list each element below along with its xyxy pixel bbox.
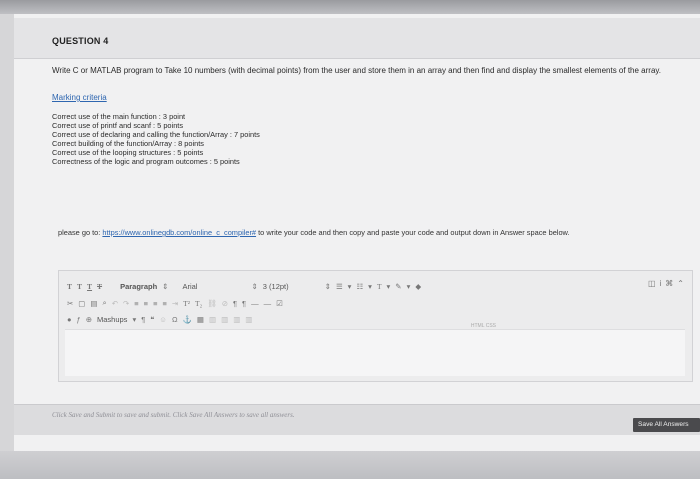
compiler-link[interactable]: https://www.onlinegdb.com/online_c_compi…: [102, 228, 256, 237]
table-icon[interactable]: ▦: [197, 315, 204, 324]
toolbar-row-2: ✂ ▢ ▤ ⌕ ↶ ↷ ≡ ≡ ≡ ≡ ⇥ T² T₂ ⛓ ⊘ ¶ ¶ — — …: [67, 296, 283, 310]
criteria-list: Correct use of the main function : 3 poi…: [52, 112, 260, 166]
photo-edge-top: [0, 0, 700, 14]
preview-icon[interactable]: ◫: [648, 279, 656, 288]
criteria-item: Correct building of the function/Array :…: [52, 139, 204, 148]
find-icon[interactable]: ⌕: [102, 298, 106, 308]
format-text-icon[interactable]: T: [67, 282, 72, 291]
indent-icon[interactable]: ⇥: [172, 299, 178, 308]
mashups-select[interactable]: Mashups: [97, 315, 127, 324]
special-char-icon[interactable]: Ω: [172, 315, 178, 324]
info-icon[interactable]: i: [660, 279, 662, 288]
mashups-icon[interactable]: ⊕: [86, 315, 92, 324]
dropdown-arrow-icon: ▾: [347, 281, 352, 291]
align-justify-icon[interactable]: ≡: [162, 299, 166, 308]
horizontal-rule-icon[interactable]: —: [264, 299, 272, 308]
align-right-icon[interactable]: ≡: [153, 299, 157, 308]
undo-icon[interactable]: ↶: [112, 299, 118, 308]
photo-edge-bottom: [0, 451, 700, 479]
horizontal-rule-icon[interactable]: —: [251, 299, 259, 308]
dropdown-arrow-icon: ▾: [406, 281, 411, 291]
paragraph-mark-icon[interactable]: ¶: [141, 315, 145, 324]
question-prompt: Write C or MATLAB program to Take 10 num…: [52, 66, 662, 75]
font-select[interactable]: Arial: [182, 282, 197, 291]
anchor-icon[interactable]: ⚓: [183, 315, 192, 324]
criteria-item: Correct use of the looping structures : …: [52, 148, 204, 157]
rtl-icon[interactable]: ¶: [242, 299, 246, 308]
dropdown-arrow-icon: ▾: [368, 281, 372, 291]
format-strike-icon[interactable]: T: [97, 282, 102, 291]
dropdown-arrow-icon: ⇕: [162, 281, 169, 291]
ltr-icon[interactable]: ¶: [233, 299, 237, 308]
format-underline-icon[interactable]: T: [87, 282, 92, 291]
quote-icon[interactable]: ❝: [150, 315, 154, 324]
copy-icon[interactable]: ▢: [78, 299, 85, 308]
instructions-prefix: please go to:: [58, 228, 101, 237]
save-all-answers-button[interactable]: Save All Answers: [633, 418, 700, 432]
link-icon[interactable]: ⛓: [207, 299, 217, 308]
unlink-icon[interactable]: ⊘: [222, 299, 228, 308]
shortcuts-icon[interactable]: ⌘: [665, 279, 673, 288]
instructions-suffix: to write your code and then copy and pas…: [258, 228, 570, 237]
criteria-item: Correct use of printf and scanf : 5 poin…: [52, 121, 184, 130]
question-header: [14, 18, 700, 59]
subscript-icon[interactable]: T₂: [195, 299, 202, 308]
question-title: QUESTION 4: [52, 36, 109, 46]
answer-textarea[interactable]: [65, 329, 685, 376]
answer-editor: T T T T Paragraph ⇕ Arial ⇕ 3 (12pt) ⇕ ☰…: [58, 270, 693, 382]
submit-bar: [14, 404, 700, 435]
highlight-pen-icon[interactable]: ✎: [395, 282, 401, 291]
submit-instructions: Click Save and Submit to save and submit…: [52, 411, 295, 419]
table-tools-icon[interactable]: ▥: [245, 315, 252, 324]
superscript-icon[interactable]: T²: [183, 299, 190, 308]
table-tools-icon[interactable]: ▥: [233, 315, 240, 324]
clear-format-icon[interactable]: ◆: [415, 282, 421, 291]
cut-icon[interactable]: ✂: [67, 299, 73, 308]
dropdown-arrow-icon: ⇕: [251, 281, 258, 291]
table-tools-icon[interactable]: ▥: [221, 315, 228, 324]
circle-icon[interactable]: ●: [67, 315, 72, 324]
spellcheck-icon[interactable]: ☑: [276, 299, 283, 308]
dropdown-arrow-icon: ▾: [132, 314, 137, 324]
toolbar-right-tools: ◫ i ⌘ ⌃: [648, 279, 684, 288]
marking-criteria-label: Marking criteria: [52, 93, 107, 102]
criteria-item: Correct use of the main function : 3 poi…: [52, 112, 186, 121]
criteria-item: Correct use of declaring and calling the…: [52, 130, 260, 139]
align-left-icon[interactable]: ≡: [134, 299, 138, 308]
function-icon[interactable]: ƒ: [77, 315, 81, 324]
instructions: please go to: https://www.onlinegdb.com/…: [58, 228, 683, 238]
dropdown-arrow-icon: ▾: [386, 281, 391, 291]
table-tools-icon[interactable]: ▥: [209, 315, 216, 324]
toolbar-row-1: T T T T Paragraph ⇕ Arial ⇕ 3 (12pt) ⇕ ☰…: [67, 279, 421, 293]
toolbar-row-3: ● ƒ ⊕ Mashups ▾ ¶ ❝ ☺ Ω ⚓ ▦ ▥ ▥ ▥ ▥: [67, 312, 252, 326]
redo-icon[interactable]: ↷: [123, 299, 129, 308]
paste-icon[interactable]: ▤: [90, 299, 97, 308]
bullet-list-icon[interactable]: ☰: [336, 282, 343, 291]
numbered-list-icon[interactable]: ☷: [356, 282, 363, 291]
emoticon-icon[interactable]: ☺: [159, 315, 167, 324]
paragraph-select[interactable]: Paragraph: [120, 282, 157, 291]
dropdown-arrow-icon: ⇕: [324, 281, 331, 291]
format-italic-icon[interactable]: T: [77, 282, 82, 291]
size-select[interactable]: 3 (12pt): [263, 282, 289, 291]
criteria-item: Correctness of the logic and program out…: [52, 157, 240, 166]
align-center-icon[interactable]: ≡: [144, 299, 148, 308]
text-color-icon[interactable]: T: [377, 282, 382, 291]
collapse-toolbar-icon[interactable]: ⌃: [677, 279, 684, 288]
